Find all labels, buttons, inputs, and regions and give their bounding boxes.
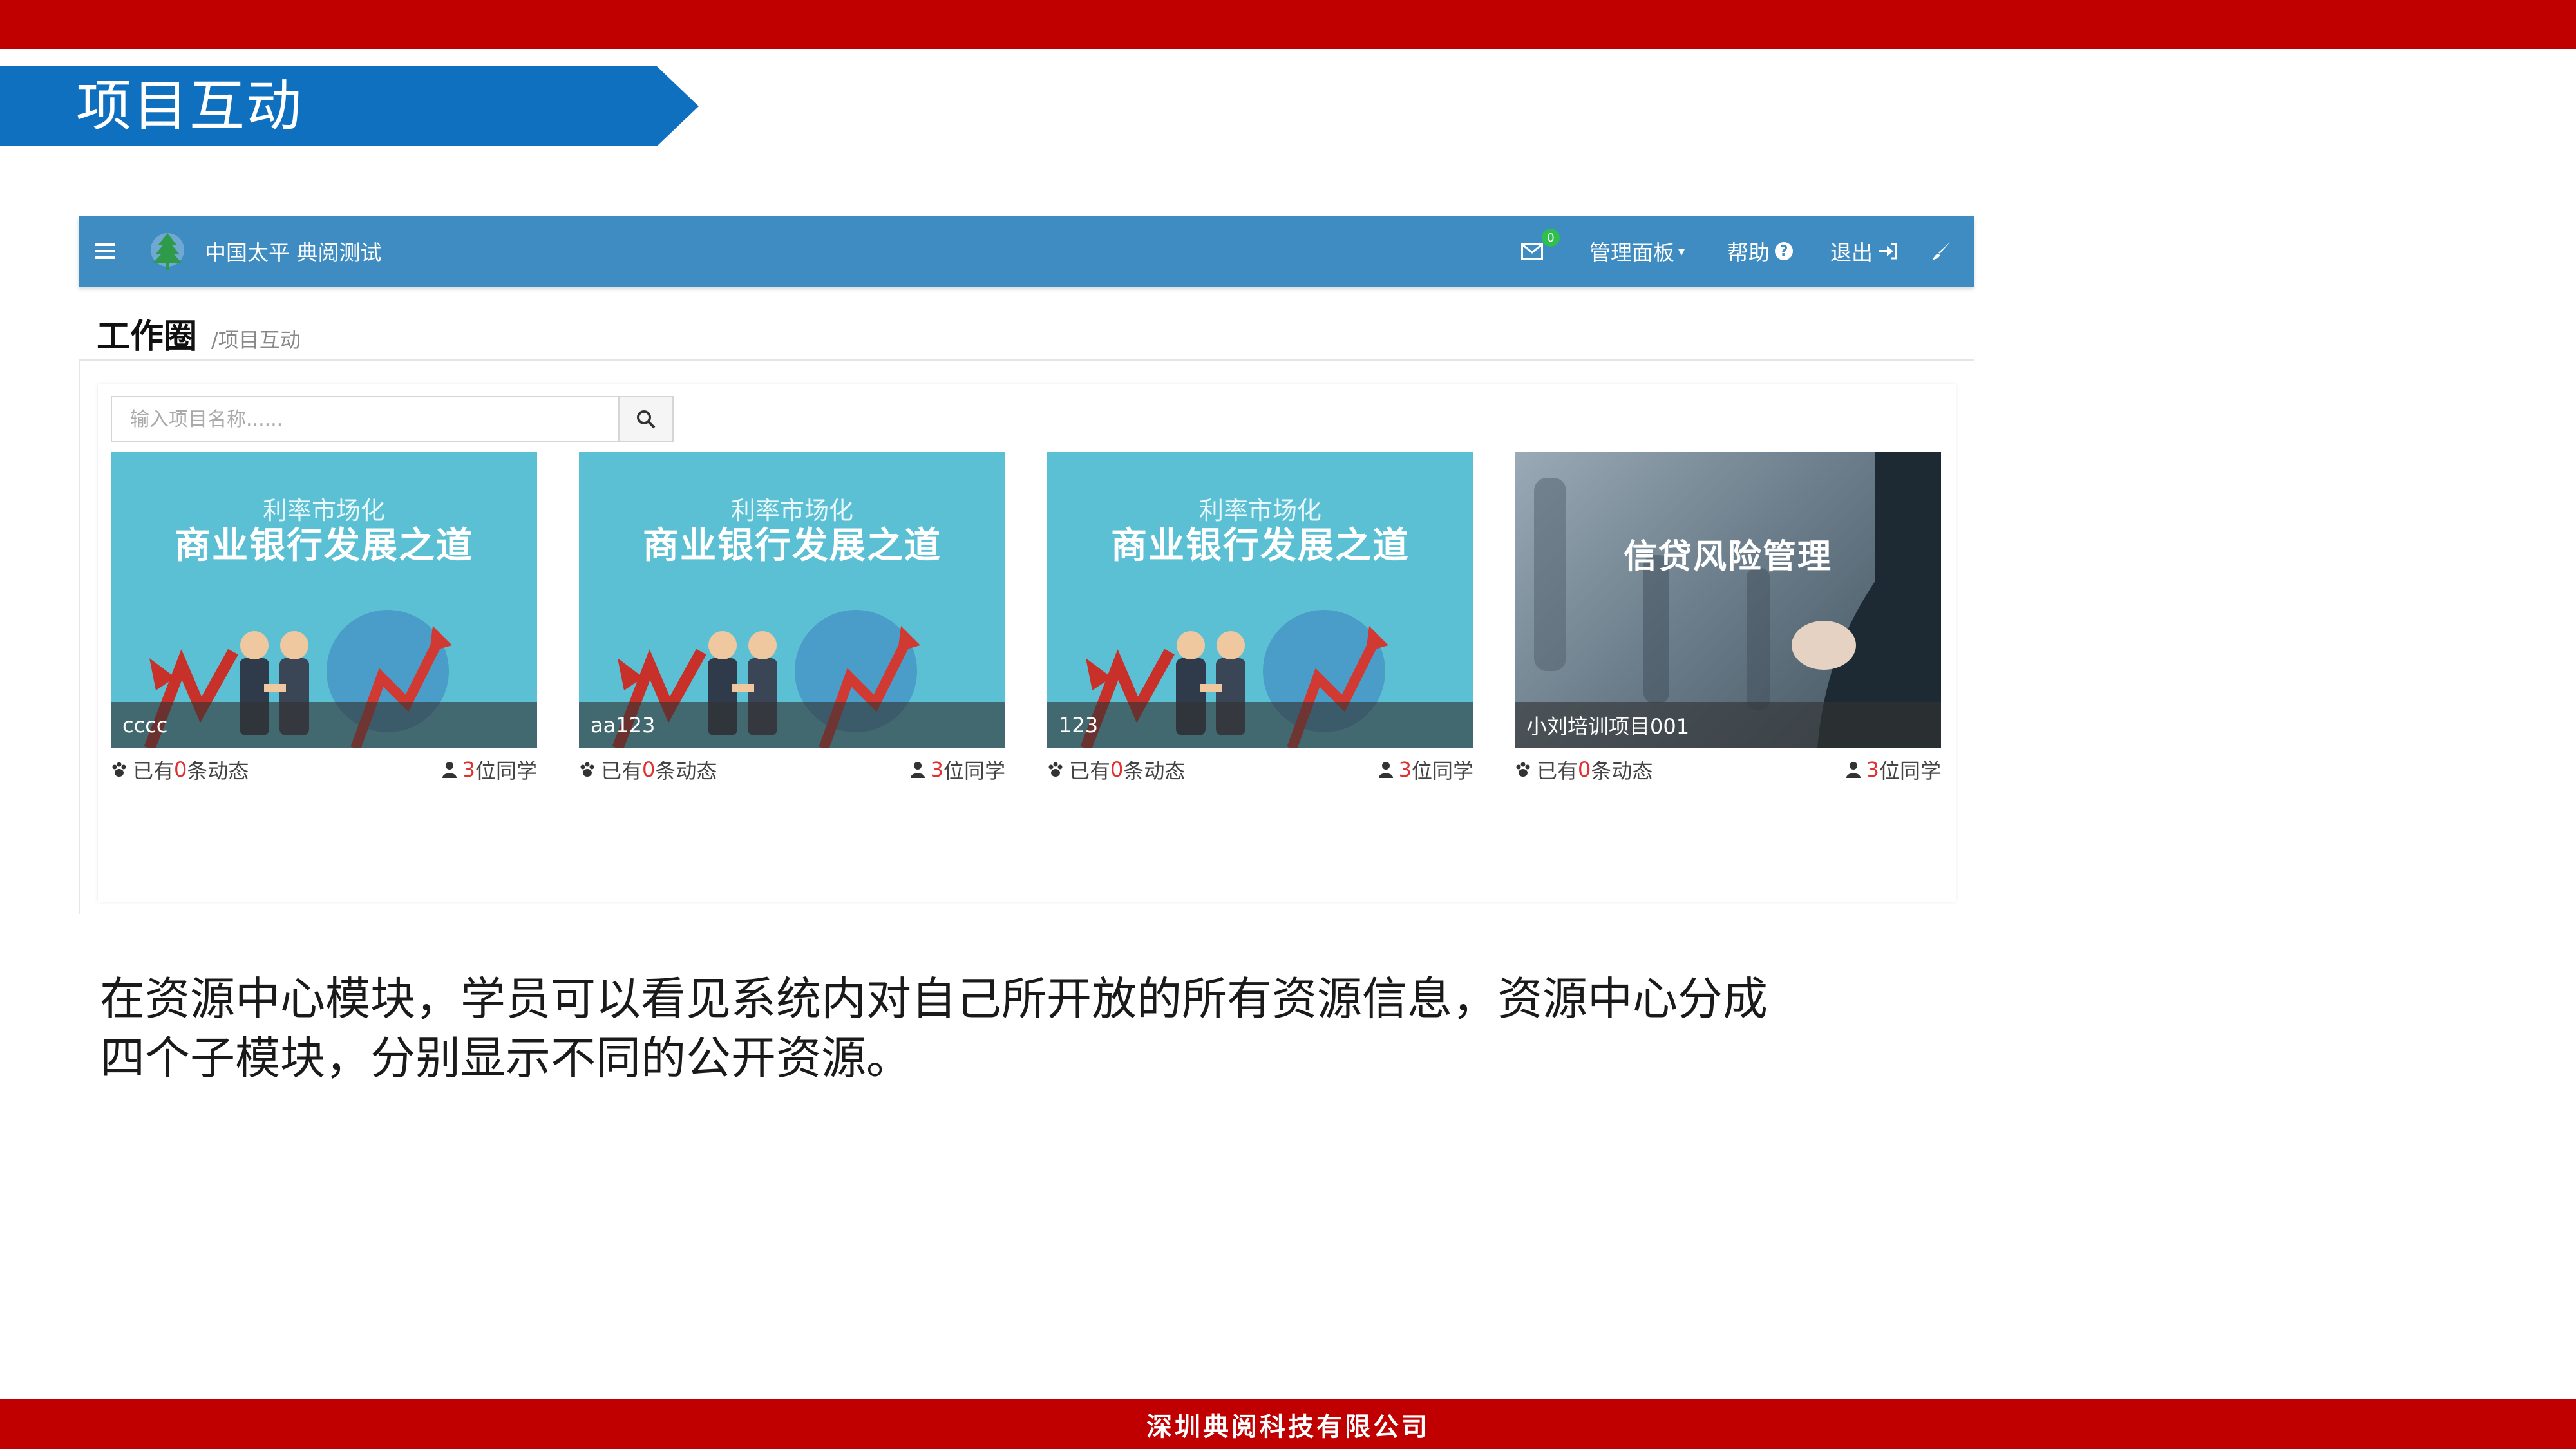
left-divider <box>79 359 80 914</box>
paw-icon <box>1515 761 1531 778</box>
user-icon <box>1378 761 1394 778</box>
sign-out-icon <box>1878 243 1897 260</box>
tree-logo-icon <box>151 216 189 287</box>
question-icon: ? <box>1775 242 1793 260</box>
paw-icon <box>111 761 128 778</box>
project-card[interactable]: 利率市场化 商业银行发展之道 aa123 已有 0 条动态 3 位同学 <box>579 452 1005 787</box>
cover-title: 商业银行发展之道 <box>1111 525 1410 567</box>
cover-title: 信贷风险管理 <box>1623 538 1832 576</box>
help-label: 帮助 <box>1727 240 1770 265</box>
manage-panel-menu[interactable]: 管理面板 ▾ <box>1589 216 1685 287</box>
card-meta: 已有 0 条动态 3 位同学 <box>111 748 537 787</box>
activity-count: 已有 0 条动态 <box>579 755 717 784</box>
header-divider <box>79 359 1974 361</box>
activity-count: 已有 0 条动态 <box>111 755 249 784</box>
member-suffix: 位同学 <box>943 759 1005 783</box>
project-card[interactable]: 利率市场化 商业银行发展之道 cccc 已有 0 条动态 3 位同学 <box>111 452 537 787</box>
manage-panel-label: 管理面板 <box>1589 240 1674 265</box>
card-meta: 已有 0 条动态 3 位同学 <box>1047 748 1473 787</box>
project-name: aa123 <box>579 702 1005 748</box>
member-suffix: 位同学 <box>475 759 537 783</box>
member-number: 3 <box>462 757 475 782</box>
search-group <box>111 396 674 442</box>
activity-suffix: 条动态 <box>1123 759 1186 783</box>
page-title: 工作圈 <box>97 317 198 356</box>
activity-prefix: 已有 <box>133 759 175 783</box>
project-panel: 利率市场化 商业银行发展之道 cccc <box>98 384 1956 902</box>
activity-suffix: 条动态 <box>655 759 717 783</box>
project-cover-image[interactable]: 利率市场化 商业银行发展之道 cccc <box>111 452 537 748</box>
company-footer: 深圳典阅科技有限公司 <box>1146 1411 1430 1442</box>
cover-title: 商业银行发展之道 <box>175 525 473 567</box>
user-icon <box>442 761 457 778</box>
activity-number: 0 <box>174 757 187 782</box>
brand-name[interactable]: 中国太平 典阅测试 <box>205 216 382 287</box>
top-red-band <box>0 0 2576 49</box>
page-header: 工作圈 /项目互动 <box>97 312 301 357</box>
activity-number: 0 <box>1578 757 1591 782</box>
activity-number: 0 <box>642 757 656 782</box>
member-number: 3 <box>1866 757 1879 782</box>
search-input[interactable] <box>111 396 618 442</box>
project-name: 123 <box>1047 702 1473 748</box>
paw-icon <box>579 761 596 778</box>
activity-count: 已有 0 条动态 <box>1047 755 1185 784</box>
member-count: 3 位同学 <box>910 755 1005 784</box>
member-count: 3 位同学 <box>1378 755 1473 784</box>
caret-down-icon: ▾ <box>1678 243 1685 259</box>
logout-link[interactable]: 退出 <box>1830 216 1897 287</box>
hamburger-icon[interactable] <box>95 216 121 287</box>
member-suffix: 位同学 <box>1411 759 1473 783</box>
search-icon <box>636 410 656 429</box>
search-button[interactable] <box>618 396 674 442</box>
activity-prefix: 已有 <box>1537 759 1578 783</box>
project-cover-image[interactable]: 利率市场化 商业银行发展之道 123 <box>1047 452 1473 748</box>
member-number: 3 <box>1398 757 1412 782</box>
activity-suffix: 条动态 <box>1591 759 1653 783</box>
project-name: cccc <box>111 702 537 748</box>
logout-label: 退出 <box>1830 240 1873 265</box>
project-cover-image[interactable]: 利率市场化 商业银行发展之道 aa123 <box>579 452 1005 748</box>
project-card[interactable]: 信贷风险管理 小刘培训项目001 已有 0 条动态 3 位同学 <box>1515 452 1941 787</box>
card-meta: 已有 0 条动态 3 位同学 <box>579 748 1005 787</box>
envelope-icon[interactable] <box>1521 216 1553 287</box>
activity-prefix: 已有 <box>601 759 643 783</box>
slide-title: 项目互动 <box>76 74 303 138</box>
activity-suffix: 条动态 <box>187 759 249 783</box>
activity-count: 已有 0 条动态 <box>1515 755 1653 784</box>
project-card[interactable]: 利率市场化 商业银行发展之道 123 已有 0 条动态 3 位同学 <box>1047 452 1473 787</box>
navbar: 中国太平 典阅测试 0 管理面板 ▾ 帮助 ? 退出 <box>79 216 1974 287</box>
brush-icon[interactable] <box>1931 216 1956 287</box>
help-link[interactable]: 帮助 ? <box>1727 216 1793 287</box>
member-count: 3 位同学 <box>442 755 537 784</box>
project-cover-image[interactable]: 信贷风险管理 小刘培训项目001 <box>1515 452 1941 748</box>
activity-prefix: 已有 <box>1069 759 1111 783</box>
slide-body-text: 在资源中心模块，学员可以看见系统内对自己所开放的所有资源信息，资源中心分成四个子… <box>100 972 1768 1084</box>
user-icon <box>910 761 925 778</box>
member-suffix: 位同学 <box>1879 759 1941 783</box>
breadcrumb[interactable]: /项目互动 <box>211 324 301 354</box>
paw-icon <box>1047 761 1064 778</box>
app-screenshot: 中国太平 典阅测试 0 管理面板 ▾ 帮助 ? 退出 工作圈 /项目互动 输入项… <box>79 216 1974 914</box>
project-name: 小刘培训项目001 <box>1515 702 1941 748</box>
bottom-red-band: 深圳典阅科技有限公司 <box>0 1399 2576 1449</box>
mail-badge: 0 <box>1542 229 1560 247</box>
member-number: 3 <box>930 757 943 782</box>
card-meta: 已有 0 条动态 3 位同学 <box>1515 748 1941 787</box>
cover-title: 商业银行发展之道 <box>643 525 942 567</box>
member-count: 3 位同学 <box>1846 755 1941 784</box>
user-icon <box>1846 761 1861 778</box>
activity-number: 0 <box>1110 757 1124 782</box>
